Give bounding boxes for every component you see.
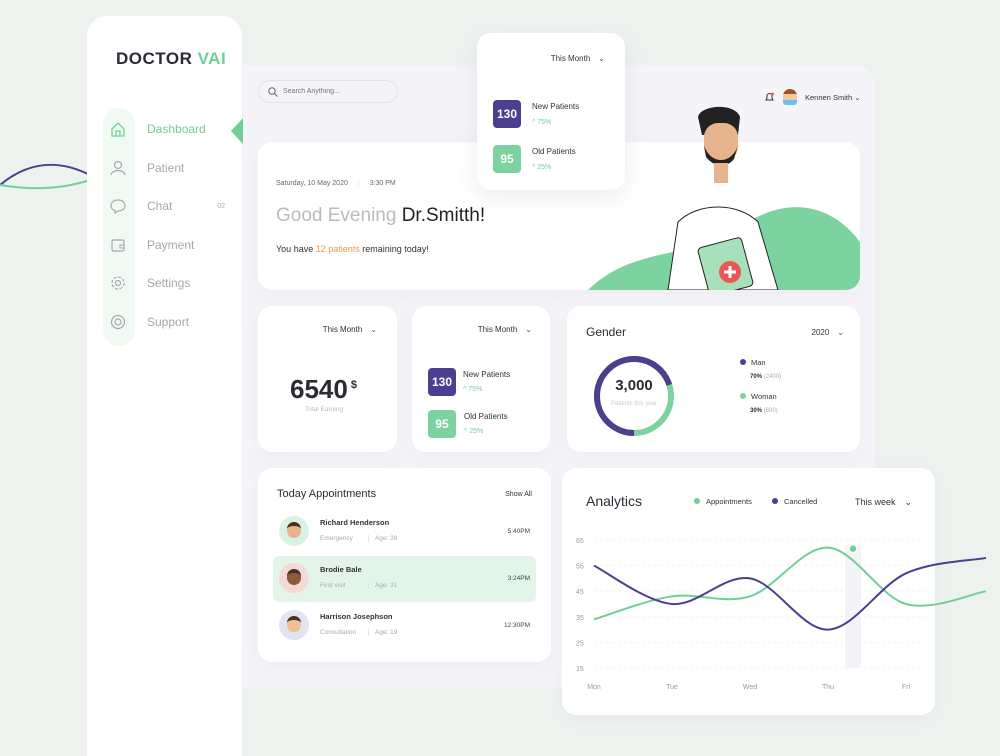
appointments-card: Today Appointments Show All Richard Hend… [258, 468, 551, 662]
earning-period-dropdown[interactable]: This Month ⌄ [323, 325, 377, 334]
old-patients-label: Old Patients [464, 412, 508, 421]
patients-period-dropdown[interactable]: This Month ⌄ [478, 325, 532, 334]
sidebar-item-label: Settings [147, 276, 191, 290]
appointment-row[interactable]: Harrison Josephson Consultation Age: 19 1… [273, 603, 536, 649]
wallet-icon [111, 238, 125, 252]
search-input[interactable] [283, 88, 393, 95]
greeting-title: Good Evening Dr.Smitth! [276, 205, 486, 226]
new-patients-count: 130 [428, 368, 456, 396]
y-tick-label: 65 [576, 538, 584, 545]
earning-card: This Month ⌄ 6540 $ Total Earning [258, 306, 397, 452]
x-tick-label: Wed [743, 684, 757, 691]
appointment-meta: Emergency Age: 28 [320, 535, 398, 542]
gender-total-label: Patients this year [610, 401, 658, 407]
doctor-head-illustration [698, 106, 740, 183]
gender-total: 3,000 [615, 377, 653, 394]
new-patients-pct: ^ 75% [532, 119, 552, 126]
floating-patients-card: This Month ⌄ 130 New Patients ^ 75% 95 Ol… [477, 33, 625, 190]
date-text: Saturday, 10 May 2020 [276, 180, 348, 187]
appointment-row[interactable]: Richard Henderson Emergency Age: 28 5:40P… [273, 509, 536, 555]
lifebuoy-icon [110, 314, 126, 329]
appointment-time: 5:40PM [507, 528, 530, 535]
year-dropdown[interactable]: 2020 ⌄ [812, 328, 845, 337]
sidebar-item-support[interactable]: Support [109, 312, 229, 332]
patient-name: Richard Henderson [320, 518, 390, 527]
woman-stats: 30% (600) [750, 408, 778, 414]
x-tick-label: Mon [587, 684, 601, 691]
patient-name: Brodie Bale [320, 565, 362, 574]
old-patients-count: 95 [428, 410, 456, 438]
x-tick-label: Thu [822, 684, 834, 691]
new-patients-count: 130 [493, 100, 521, 128]
doctor-illustration [588, 206, 860, 290]
earning-label: Total Earning [305, 406, 343, 413]
gender-donut [594, 356, 674, 436]
show-all-link[interactable]: Show All [505, 491, 532, 498]
remaining-patients-text: You have 12 patients remaining today! [276, 244, 429, 254]
nav-highlight-strip [103, 108, 135, 346]
y-tick-label: 35 [576, 615, 584, 622]
patient-avatar [279, 563, 309, 593]
gear-icon [111, 276, 125, 290]
gender-title: Gender [586, 325, 627, 339]
sidebar-item-label: Dashboard [147, 122, 206, 136]
sidebar-item-label: Chat [147, 199, 173, 213]
old-patients-count: 95 [493, 145, 521, 173]
search-box[interactable] [258, 80, 398, 103]
sidebar-item-patient[interactable]: Patient [109, 158, 229, 178]
x-tick-label: Fri [902, 684, 911, 691]
time-text: 3:30 PM [369, 180, 396, 187]
highlight-bar [845, 545, 861, 668]
legend-woman: Woman [740, 392, 777, 401]
gender-card: Gender 2020 ⌄ 3,000 Patients this year Ma… [567, 306, 860, 452]
sidebar-item-label: Payment [147, 237, 195, 252]
sidebar-item-chat[interactable]: Chat 02 [109, 196, 229, 216]
analytics-chart: 65 55 45 35 25 15 Mon Tue Wed Thu Fri [576, 538, 987, 691]
sidebar-item-label: Patient [147, 160, 185, 175]
y-tick-label: 25 [576, 640, 584, 647]
sidebar-item-dashboard[interactable]: Dashboard [109, 119, 229, 139]
new-patients-pct: ^ 75% [463, 386, 483, 393]
y-tick-label: 15 [576, 666, 584, 673]
user-avatar[interactable] [783, 89, 797, 105]
user-icon [110, 160, 126, 175]
appointments-title: Today Appointments [277, 488, 377, 500]
legend-man: Man [740, 358, 766, 367]
old-patients-pct: ^ 25% [532, 164, 552, 171]
old-patients-label: Old Patients [532, 147, 576, 156]
active-indicator [231, 118, 243, 144]
bell-icon[interactable] [765, 92, 774, 102]
period-dropdown[interactable]: This Month ⌄ [551, 54, 605, 63]
sidebar-item-payment[interactable]: Payment [109, 235, 229, 255]
man-stats: 70% (2400) [750, 374, 782, 380]
highlight-point [848, 543, 858, 554]
new-patients-label: New Patients [463, 370, 511, 379]
sidebar-item-label: Support [147, 314, 190, 329]
home-icon [111, 122, 125, 137]
patient-avatar [279, 610, 309, 640]
x-tick-label: Tue [666, 684, 678, 691]
decorative-wave [0, 163, 90, 190]
sidebar-item-settings[interactable]: Settings [109, 273, 229, 293]
series-line-appointments [593, 546, 987, 621]
appointment-time: 12:30PM [503, 622, 530, 629]
user-menu[interactable]: Kennen Smith ⌄ [805, 93, 861, 102]
search-icon [268, 86, 278, 97]
sidebar: DOCTOR VAI Dashboard Patient Chat 02 Payment… [87, 16, 243, 756]
chat-icon [110, 199, 126, 215]
appointment-row[interactable]: Brodie Bale First visit Age: 31 3:24PM [273, 556, 536, 602]
appointment-meta: First visit Age: 31 [320, 582, 398, 589]
y-tick-label: 45 [576, 589, 584, 596]
y-tick-label: 55 [576, 564, 584, 571]
new-patients-label: New Patients [532, 102, 580, 111]
logo: DOCTOR VAI [116, 49, 227, 68]
patients-card: This Month ⌄ 130 New Patients ^ 75% 95 Ol… [412, 306, 550, 452]
patient-name: Harrison Josephson [320, 612, 393, 621]
appointment-meta: Consultation Age: 19 [320, 629, 398, 636]
earning-value: 6540 $ [290, 374, 357, 404]
patient-avatar [279, 516, 309, 546]
chat-badge: 02 [217, 202, 225, 210]
old-patients-pct: ^ 25% [464, 428, 484, 435]
appointment-time: 3:24PM [507, 575, 530, 582]
